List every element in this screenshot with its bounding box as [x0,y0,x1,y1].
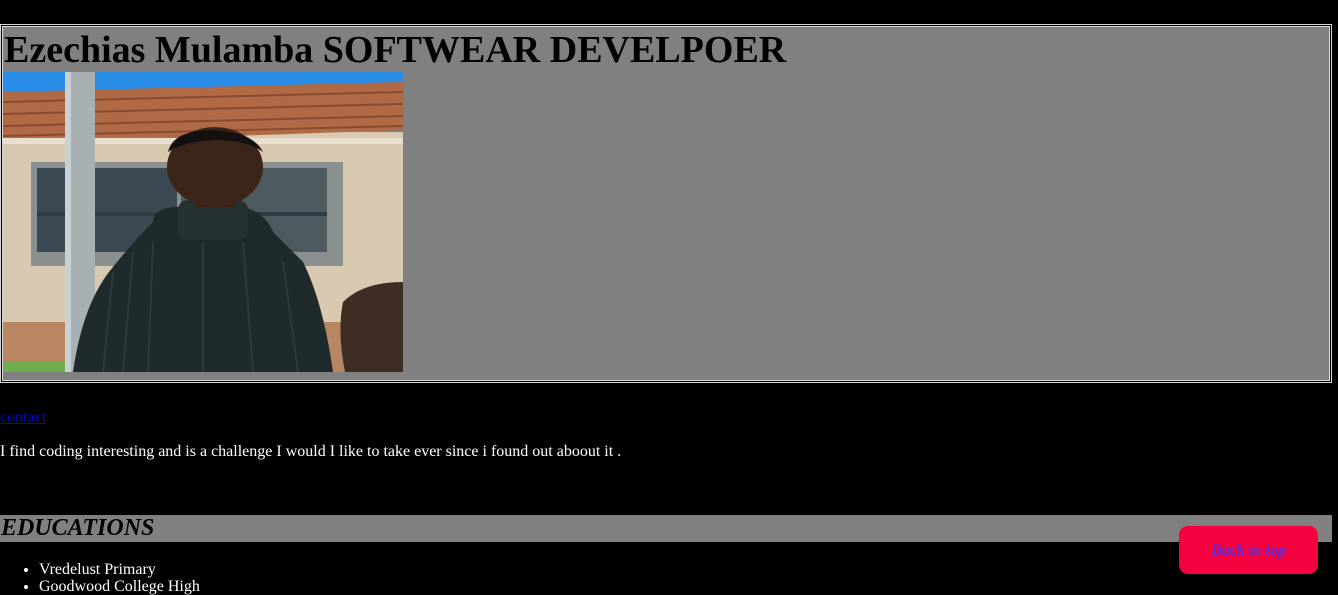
back-to-top-button[interactable]: Back to top [1179,526,1318,574]
list-item: Goodwood College High [39,578,200,595]
header-table: Ezechias Mulamba SOFTWEAR DEVELPOER [0,24,1332,383]
header-cell: Ezechias Mulamba SOFTWEAR DEVELPOER [2,26,1330,381]
contact-link[interactable]: contact [0,409,46,427]
profile-photo [3,72,403,372]
intro-text: I find coding interesting and is a chall… [0,443,622,460]
list-item: Vredelust Primary [39,561,200,578]
education-heading: EDUCATIONS [1,515,155,541]
education-section-bar: EDUCATIONS [0,515,1332,542]
education-list: Vredelust Primary Goodwood College High [0,561,200,595]
page-title: Ezechias Mulamba SOFTWEAR DEVELPOER [4,29,787,71]
